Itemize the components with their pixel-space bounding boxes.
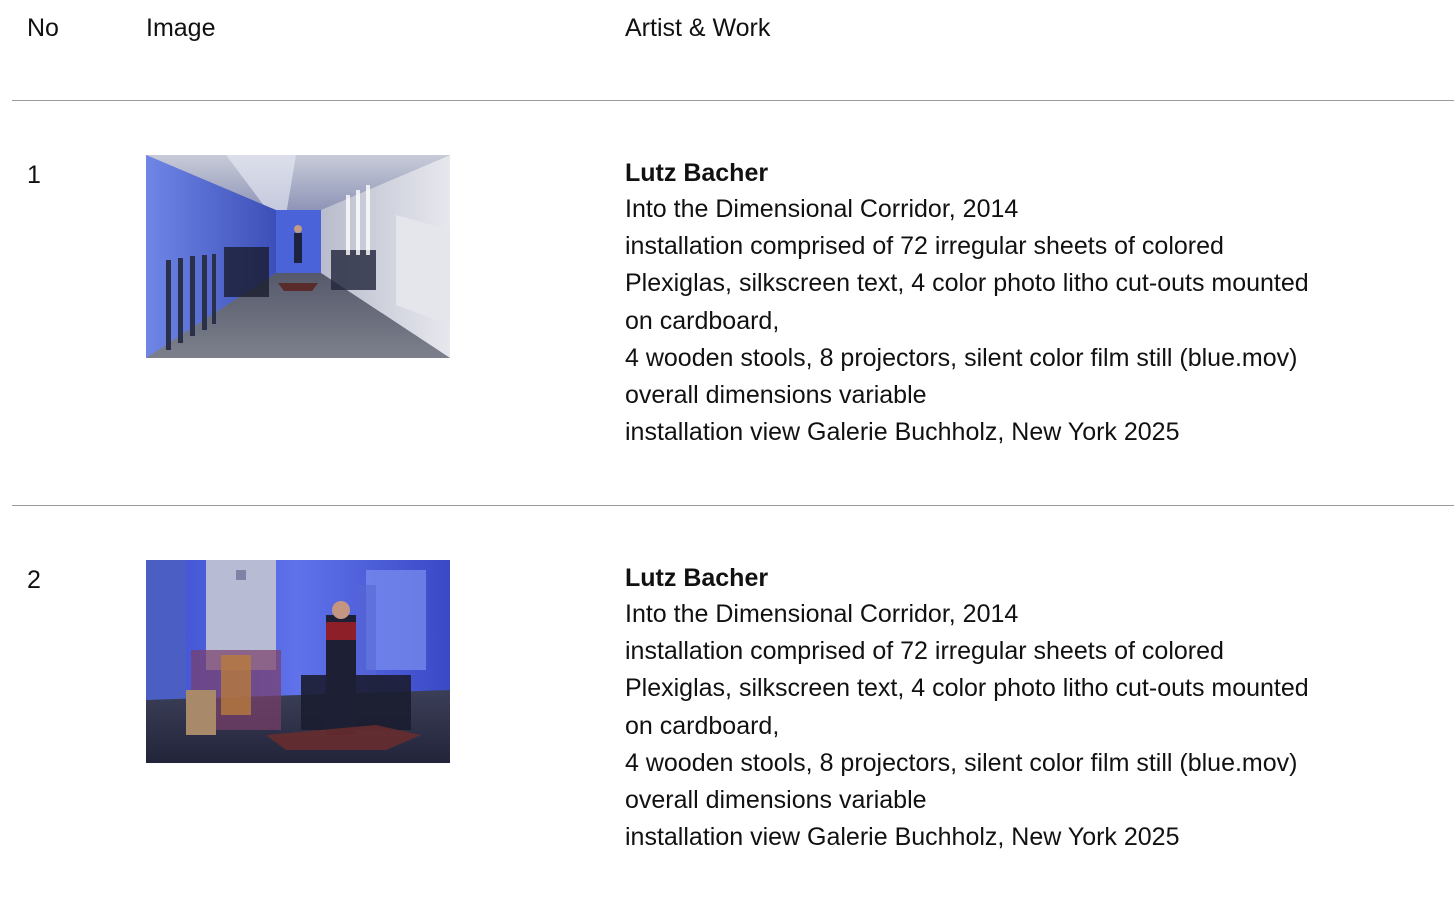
artwork-info: Lutz Bacher Into the Dimensional Corrido…	[625, 155, 1425, 451]
work-detail: 4 wooden stools, 8 projectors, silent co…	[625, 343, 1298, 372]
work-detail: Plexiglas, silkscreen text, 4 color phot…	[625, 674, 1309, 703]
column-header-no: No	[27, 14, 59, 42]
table-row: 1 Lutz Bacher Into the Dimensional Corri…	[0, 155, 1454, 455]
header-divider	[12, 100, 1454, 101]
artwork-thumbnail[interactable]	[146, 155, 450, 358]
work-detail: on cardboard,	[625, 306, 780, 335]
row-divider	[12, 505, 1454, 506]
column-header-artist-work: Artist & Work	[625, 14, 771, 42]
artist-name: Lutz Bacher	[625, 159, 769, 187]
work-title: Into the Dimensional Corridor, 2014	[625, 600, 1019, 628]
column-header-image: Image	[146, 14, 216, 42]
row-number: 1	[27, 161, 41, 189]
work-detail: on cardboard,	[625, 711, 780, 740]
work-dimensions: overall dimensions variable	[625, 381, 927, 410]
artwork-thumbnail[interactable]	[146, 560, 450, 763]
work-detail: installation comprised of 72 irregular s…	[625, 637, 1224, 666]
work-credit: installation view Galerie Buchholz, New …	[625, 418, 1180, 447]
work-dimensions: overall dimensions variable	[625, 786, 927, 815]
artwork-info: Lutz Bacher Into the Dimensional Corrido…	[625, 560, 1425, 856]
work-detail: 4 wooden stools, 8 projectors, silent co…	[625, 748, 1298, 777]
row-number: 2	[27, 566, 41, 594]
table-header: No Image Artist & Work	[0, 0, 1454, 56]
artist-name: Lutz Bacher	[625, 564, 769, 592]
work-title: Into the Dimensional Corridor, 2014	[625, 195, 1019, 223]
work-detail: installation comprised of 72 irregular s…	[625, 232, 1224, 261]
work-detail: Plexiglas, silkscreen text, 4 color phot…	[625, 269, 1309, 298]
work-credit: installation view Galerie Buchholz, New …	[625, 823, 1180, 852]
table-row: 2 Lutz Bacher Into the Dimensional Corri…	[0, 560, 1454, 860]
corridor-photo-icon	[146, 155, 450, 358]
figure-cutout-photo-icon	[146, 560, 450, 763]
